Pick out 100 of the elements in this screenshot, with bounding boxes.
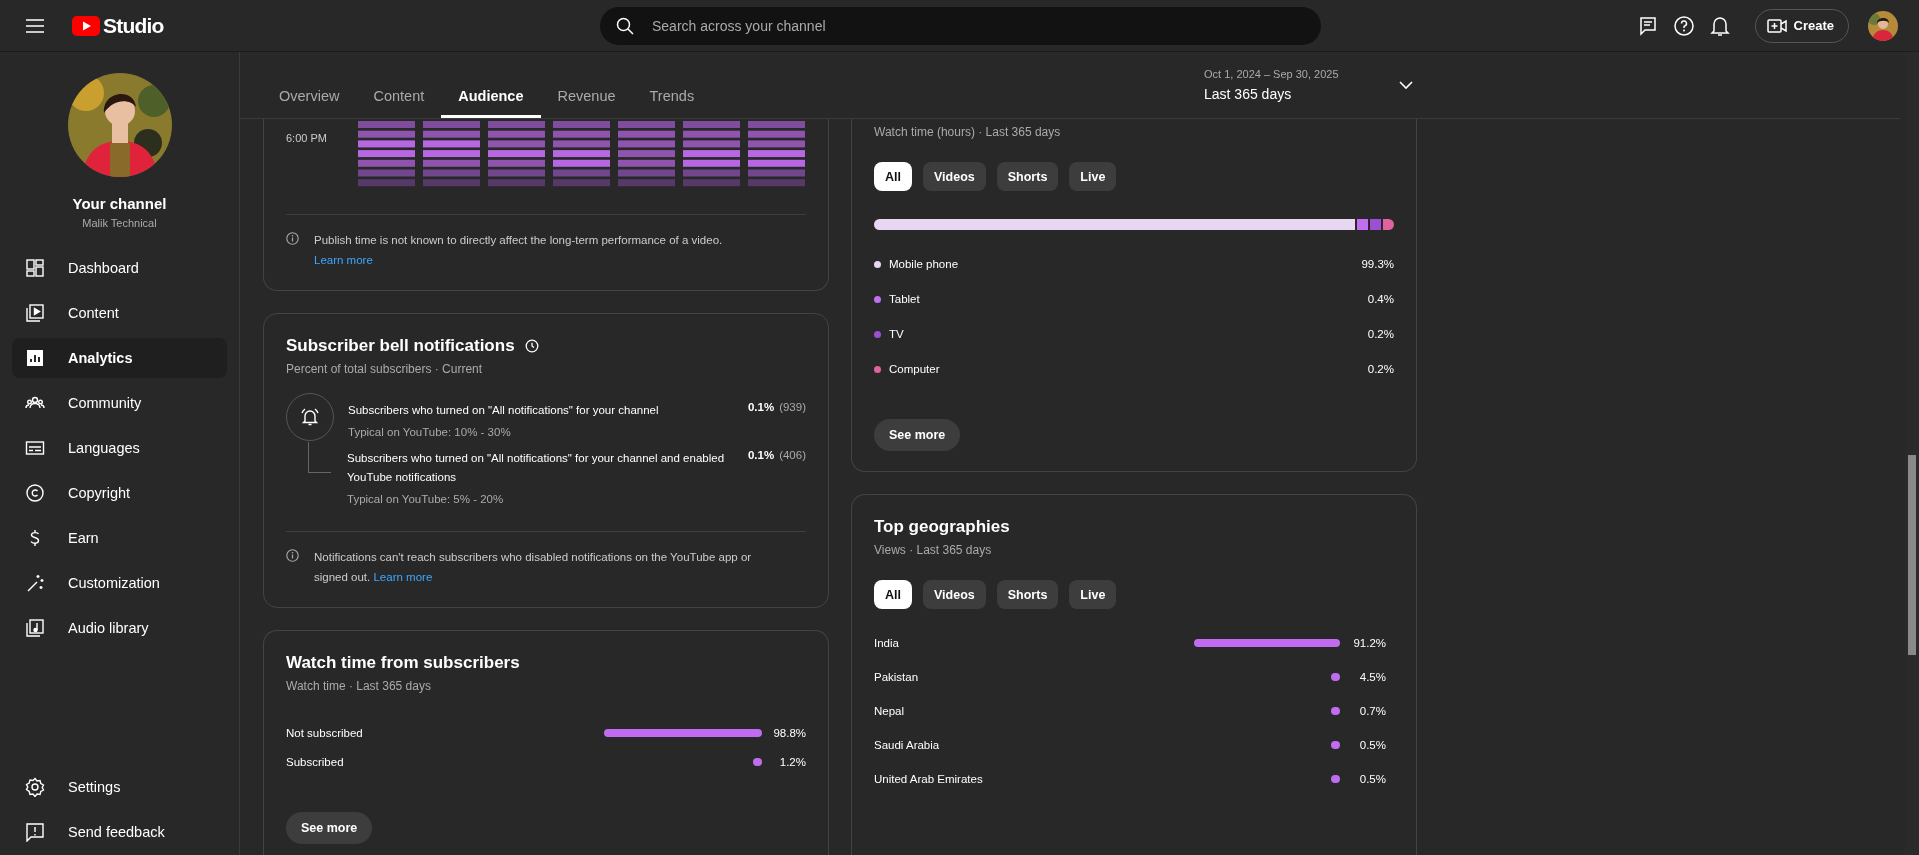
heatmap-cell (488, 121, 545, 128)
metric-percent: 0.1% (747, 449, 775, 463)
bar (1331, 707, 1340, 715)
sidebar-item[interactable]: Community (12, 383, 227, 423)
play-logo-icon (72, 15, 100, 36)
sidebar-item[interactable]: Settings (12, 767, 227, 807)
learn-more-link[interactable]: Learn more (373, 571, 433, 583)
row-percent: 4.5% (1358, 671, 1386, 683)
sidebar-item[interactable]: Dashboard (12, 248, 227, 288)
sidebar-item[interactable]: Audio library (12, 608, 227, 648)
create-button[interactable]: Create (1754, 8, 1849, 43)
row-percent: 0.5% (1358, 773, 1386, 785)
filter-chip[interactable]: Live (1069, 162, 1117, 191)
filter-chip[interactable]: Live (1069, 580, 1117, 609)
heatmap-cell (683, 140, 740, 148)
info-icon (286, 549, 299, 562)
see-more-button[interactable]: See more (874, 419, 961, 451)
sidebar-item[interactable]: Languages (12, 428, 227, 468)
tab[interactable]: Revenue (540, 52, 633, 118)
sidebar-item[interactable]: Earn (12, 518, 227, 558)
heatmap-cell (553, 121, 610, 128)
card-subtitle: Watch time (hours) · Last 365 days (874, 125, 1062, 139)
heatmap-cell (488, 179, 545, 187)
heatmap-cell (748, 169, 805, 177)
search-field[interactable]: Search across your channel (600, 6, 1321, 45)
sidebar-item[interactable]: Copyright (12, 473, 227, 513)
filter-chip[interactable]: Shorts (996, 580, 1059, 609)
filter-chip[interactable]: Videos (923, 162, 986, 191)
device-percent: 0.4% (1367, 293, 1394, 305)
studio-logo-text: Studio (103, 13, 164, 38)
date-range-picker[interactable]: Oct 1, 2024 – Sep 30, 2025 Last 365 days (1204, 52, 1413, 118)
sidebar-item[interactable]: Content (12, 293, 227, 333)
heatmap-cell (553, 169, 610, 177)
device-percent: 0.2% (1367, 328, 1394, 340)
row-percent: 91.2% (1352, 637, 1386, 649)
row-percent: 1.2% (778, 756, 806, 768)
heatmap-cell (423, 140, 480, 148)
tab[interactable]: Audience (441, 52, 541, 118)
typical-range: Typical on YouTube: 5% - 20% (347, 493, 505, 505)
heatmap-cell (618, 179, 675, 187)
languages-icon (25, 438, 45, 458)
tab[interactable]: Content (356, 52, 442, 118)
device-label: Tablet (889, 293, 921, 305)
see-more-button[interactable]: See more (286, 812, 373, 844)
metric-percent: 0.1% (747, 401, 775, 415)
bar (1331, 741, 1340, 749)
learn-more-link[interactable]: Learn more (314, 254, 373, 266)
clock-icon (524, 339, 539, 353)
heatmap-cell (423, 130, 480, 138)
help-icon[interactable] (1672, 14, 1695, 37)
heatmap-cell (683, 169, 740, 177)
heatmap-cell (488, 140, 545, 148)
card-title: Watch time from subscribers (286, 653, 521, 673)
analytics-icon (25, 348, 45, 368)
heatmap-cell (488, 130, 545, 138)
heatmap-cell (358, 179, 415, 187)
card-subtitle: Views · Last 365 days (874, 543, 993, 557)
country-label: Saudi Arabia (874, 739, 941, 751)
heatmap-cell (618, 169, 675, 177)
sidebar-item[interactable]: Send feedback (12, 812, 227, 852)
sidebar-item[interactable]: Analytics (12, 338, 227, 378)
device-label: Computer (889, 363, 941, 375)
feedback-icon (25, 822, 45, 842)
filter-chip[interactable]: All (874, 162, 912, 191)
device-label: TV (889, 328, 905, 340)
search-icon (616, 16, 634, 35)
typical-range: Typical on YouTube: 10% - 30% (348, 426, 512, 438)
row-percent: 98.8% (772, 727, 806, 739)
heatmap-cell (553, 140, 610, 148)
device-percent: 99.3% (1361, 258, 1394, 270)
heatmap-cell (358, 140, 415, 148)
filter-chip[interactable]: Videos (923, 580, 986, 609)
filter-chip[interactable]: Shorts (996, 162, 1059, 191)
notification-metric: Subscribers who turned on "All notifications" for your channel (348, 403, 660, 418)
info-icon (286, 232, 299, 245)
bar (753, 758, 762, 766)
heatmap-cell (423, 169, 480, 177)
heatmap-cell (748, 130, 805, 138)
notifications-icon[interactable] (1709, 14, 1730, 37)
sidebar-item[interactable]: Customization (12, 563, 227, 603)
copyright-icon (25, 483, 45, 503)
tab[interactable]: Overview (262, 52, 357, 118)
connector-line (308, 442, 331, 473)
heatmap-cell (488, 169, 545, 177)
heatmap-cell (683, 179, 740, 187)
metric-count: (406) (779, 449, 806, 463)
content-icon (25, 303, 45, 323)
channel-name: Malik Technical (82, 217, 157, 229)
row-label: Not subscribed (286, 727, 364, 739)
menu-icon[interactable] (26, 18, 44, 33)
metric-count: (939) (779, 401, 806, 415)
row-percent: 0.5% (1358, 739, 1386, 751)
heatmap-cell (553, 130, 610, 138)
message-icon[interactable] (1637, 15, 1658, 36)
heatmap-cell (618, 121, 675, 128)
time-label: 6:00 PM (286, 132, 328, 146)
tab[interactable]: Trends (632, 52, 712, 118)
filter-chip[interactable]: All (874, 580, 912, 609)
heatmap-cell (683, 130, 740, 138)
customization-icon (25, 573, 45, 593)
